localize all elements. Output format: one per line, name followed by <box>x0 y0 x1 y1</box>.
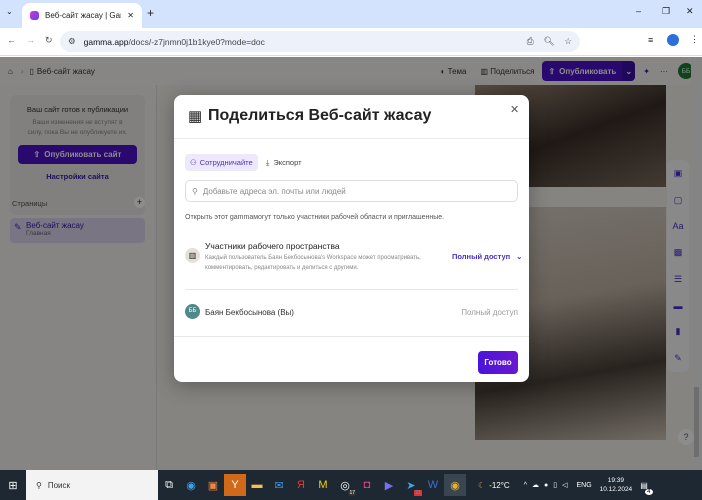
dialog-title: Поделиться Веб-сайт жасау <box>208 107 432 124</box>
site-info-icon[interactable]: ⚙ <box>68 36 76 47</box>
browser-tab-bar: ⌄ Веб-сайт жасау | Gamma ✕ + – ❐ ✕ <box>0 0 702 28</box>
install-icon[interactable]: ⎙ <box>527 36 534 47</box>
task-view-icon[interactable]: ⧉ <box>158 474 180 496</box>
telegram-badge: 21 <box>414 490 422 496</box>
new-tab-icon[interactable]: + <box>147 6 154 20</box>
whatsapp-badge: 17 <box>348 490 356 496</box>
user-access: Полный доступ <box>461 308 518 317</box>
browser-tab[interactable]: Веб-сайт жасау | Gamma ✕ <box>22 3 142 28</box>
chrome-icon[interactable]: ◉ <box>444 474 466 496</box>
chevron-down-icon: ⌄ <box>516 252 523 261</box>
close-window-icon[interactable]: ✕ <box>686 6 694 17</box>
tab-export[interactable]: ⤓ Экспорт <box>266 154 302 171</box>
yandex-browser-icon[interactable]: Y <box>224 474 246 496</box>
search-icon: ⚲ <box>192 186 198 196</box>
windows-taskbar: ⊞ ⚲ Поиск ⧉ ◉ ▣ Y ▬ ✉ Я M ◎ 17 ◘ ▶ ➤ 21 W ◉… <box>0 470 702 500</box>
windows-start-icon[interactable]: ⊞ <box>2 474 24 496</box>
address-bar-row: ← → ↻ ⚙ gamma.app/docs/-z7jnmn0j1b1kye0?… <box>0 28 702 56</box>
mail-icon[interactable]: ✉ <box>268 474 290 496</box>
profile-icon[interactable] <box>667 34 679 46</box>
done-button[interactable]: Готово <box>478 351 518 374</box>
back-icon[interactable]: ← <box>7 35 16 45</box>
yandex-icon[interactable]: Я <box>290 474 312 496</box>
tray-icons[interactable]: ^☁●▯◁ <box>524 481 573 489</box>
notifications-icon[interactable]: ▤ 4 <box>640 481 653 495</box>
bookmark-star-icon[interactable]: ☆ <box>564 36 572 47</box>
notification-count: 4 <box>644 488 653 495</box>
tab-list-icon[interactable]: ⌄ <box>6 7 13 16</box>
clock[interactable]: 19:39 10.12.2024 <box>600 476 633 494</box>
workspace-access-label: Полный доступ <box>452 252 511 261</box>
close-dialog-icon[interactable]: ✕ <box>510 103 519 116</box>
instagram-icon[interactable]: ◘ <box>356 474 378 496</box>
yandex-market-icon[interactable]: M <box>312 474 334 496</box>
tab-collaborate-label: Сотрудничайте <box>199 158 253 167</box>
share-dialog: ▦ Поделиться Веб-сайт жасау ✕ ⚇ Сотруднич… <box>174 95 529 382</box>
doc-building-icon: ▦ <box>188 108 203 125</box>
language-indicator[interactable]: ENG <box>576 482 591 489</box>
edge-icon[interactable]: ◉ <box>180 474 202 496</box>
workspace-access-dropdown[interactable]: Полный доступ ⌄ <box>452 252 522 261</box>
url-field[interactable]: ⚙ gamma.app/docs/-z7jnmn0j1b1kye0?mode=d… <box>60 31 580 52</box>
tab-export-label: Экспорт <box>273 158 302 167</box>
clock-date: 10.12.2024 <box>599 486 633 493</box>
explorer-icon[interactable]: ▬ <box>246 474 268 496</box>
reload-icon[interactable]: ↻ <box>45 35 53 46</box>
reading-list-icon[interactable]: ≡ <box>648 35 653 45</box>
close-tab-icon[interactable]: ✕ <box>127 11 134 20</box>
clock-time: 19:39 <box>607 476 625 484</box>
user-name: Баян Бекбосынова (Вы) <box>205 308 294 317</box>
workspace-icon: ▥ <box>185 248 200 263</box>
url-domain: gamma.app <box>83 36 129 47</box>
access-note: Открыть этот gammaмогут только участники… <box>185 214 445 221</box>
download-icon: ⤓ <box>266 157 270 167</box>
tab-collaborate[interactable]: ⚇ Сотрудничайте <box>185 154 258 171</box>
word-icon[interactable]: W <box>422 474 444 496</box>
store-icon[interactable]: ▣ <box>202 474 224 496</box>
whatsapp-icon[interactable]: ◎ 17 <box>334 474 356 496</box>
forward-icon[interactable]: → <box>26 35 35 45</box>
user-avatar-small: ББ <box>185 304 200 319</box>
workspace-title: Участники рабочего пространства <box>205 241 340 251</box>
invite-search-input[interactable]: ⚲ Добавьте адреса эл. почты или людей <box>185 180 518 202</box>
url-path: /docs/-z7jnmn0j1b1kye0?mode=doc <box>128 36 265 47</box>
taskbar-search[interactable]: ⚲ Поиск <box>26 470 158 500</box>
tab-title: Веб-сайт жасау | Gamma <box>45 11 121 20</box>
search-placeholder: Добавьте адреса эл. почты или людей <box>202 186 346 196</box>
menu-icon[interactable]: ⋮ <box>690 34 699 45</box>
weather-icon: ☾ <box>478 480 486 490</box>
gamma-favicon-icon <box>30 11 39 20</box>
restore-icon[interactable]: ❐ <box>662 6 670 17</box>
zoom-icon[interactable]: 🔍︎ <box>544 36 555 47</box>
media-icon[interactable]: ▶ <box>378 474 400 496</box>
weather-temp[interactable]: -12°C <box>489 481 510 490</box>
search-icon: ⚲ <box>36 480 42 490</box>
workspace-description: Каждый пользователь Баян Бекбосынова's W… <box>205 255 421 271</box>
minimize-icon[interactable]: – <box>636 6 641 16</box>
add-person-icon: ⚇ <box>190 158 197 167</box>
taskbar-search-label: Поиск <box>47 480 71 490</box>
telegram-icon[interactable]: ➤ 21 <box>400 474 422 496</box>
